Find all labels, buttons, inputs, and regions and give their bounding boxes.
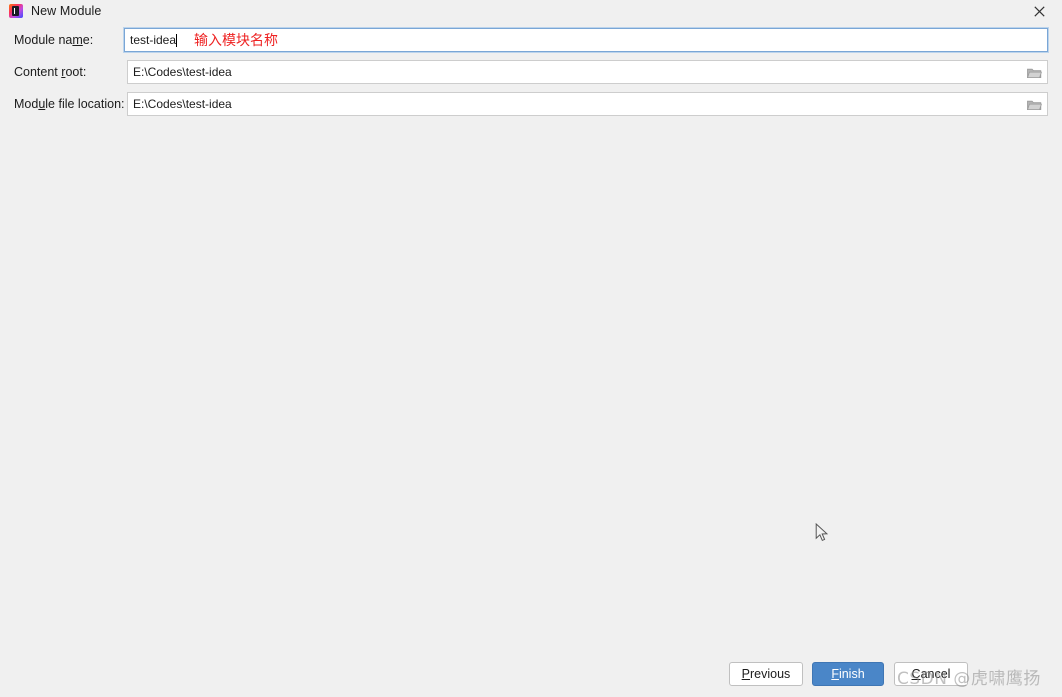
- content-root-label-text-after: oot:: [65, 65, 87, 79]
- title-bar: New Module: [0, 0, 1062, 22]
- cancel-button[interactable]: Cancel: [894, 662, 968, 686]
- dialog-footer: Previous Finish Cancel: [0, 651, 1062, 697]
- new-module-dialog: New Module Module name: test-idea 输入模块名称…: [0, 0, 1062, 697]
- folder-icon[interactable]: [1024, 64, 1044, 81]
- module-name-input[interactable]: test-idea 输入模块名称: [124, 28, 1048, 52]
- module-file-location-label-text-before: Mod: [14, 97, 39, 111]
- module-form: Module name: test-idea 输入模块名称 Content ro…: [0, 28, 1062, 124]
- module-name-label-text-after: e:: [82, 33, 94, 47]
- close-icon[interactable]: [1016, 0, 1062, 22]
- content-root-label: Content root:: [14, 60, 86, 84]
- intellij-idea-logo-icon: [9, 4, 23, 18]
- module-file-location-value: E:\Codes\test-idea: [133, 97, 232, 111]
- module-name-label-text-before: Module na: [14, 33, 73, 47]
- finish-label-after: inish: [838, 667, 865, 681]
- folder-icon[interactable]: [1024, 96, 1044, 113]
- previous-label-after: revious: [750, 667, 791, 681]
- dialog-content-area: [0, 124, 1062, 651]
- module-name-annotation: 输入模块名称: [194, 33, 279, 49]
- form-row-module-name: Module name: test-idea 输入模块名称: [0, 28, 1062, 52]
- previous-label-mnemonic: P: [741, 667, 751, 681]
- previous-button[interactable]: Previous: [729, 662, 803, 686]
- module-file-location-label: Module file location:: [14, 92, 125, 116]
- module-file-location-input[interactable]: E:\Codes\test-idea: [127, 92, 1048, 116]
- module-name-label-mnemonic: m: [72, 33, 83, 47]
- text-caret: [176, 33, 178, 47]
- finish-label-mnemonic: F: [831, 667, 839, 681]
- window-title: New Module: [31, 4, 102, 18]
- form-row-module-file-location: Module file location: E:\Codes\test-idea: [0, 92, 1062, 116]
- form-row-content-root: Content root: E:\Codes\test-idea: [0, 60, 1062, 84]
- finish-button[interactable]: Finish: [812, 662, 884, 686]
- content-root-label-text-before: Content: [14, 65, 62, 79]
- content-root-input[interactable]: E:\Codes\test-idea: [127, 60, 1048, 84]
- module-file-location-label-text-after: le file location:: [45, 97, 125, 111]
- module-name-label: Module name:: [14, 28, 93, 52]
- cancel-label-mnemonic: C: [911, 667, 921, 681]
- cancel-label-after: ancel: [920, 667, 951, 681]
- module-name-value: test-idea: [130, 33, 177, 47]
- content-root-value: E:\Codes\test-idea: [133, 65, 232, 79]
